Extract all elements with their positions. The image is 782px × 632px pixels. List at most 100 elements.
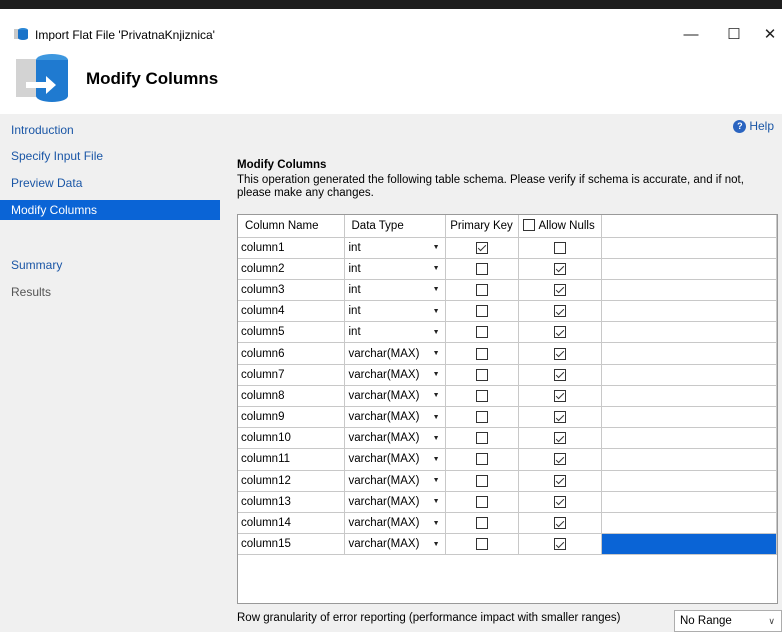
dropdown-arrow-icon[interactable]: ▼ (433, 265, 440, 272)
cell-column-name[interactable]: column9 (238, 406, 345, 429)
cell-data-type[interactable]: int ▼ (344, 300, 446, 323)
allow-nulls-checkbox[interactable] (553, 347, 566, 360)
cell-column-name[interactable]: column8 (238, 385, 345, 408)
table-row[interactable]: column9 varchar(MAX) ▼ (238, 406, 777, 429)
allow-nulls-checkbox[interactable] (553, 262, 566, 275)
cell-column-name[interactable]: column7 (238, 364, 345, 386)
header-data-type: Data Type (344, 215, 446, 238)
table-row[interactable]: column4 int ▼ (238, 300, 777, 323)
nav-item-preview-data[interactable]: Preview Data (0, 173, 220, 193)
table-row[interactable]: column3 int ▼ (238, 279, 777, 302)
primary-key-checkbox[interactable] (475, 326, 488, 339)
cell-column-name[interactable]: column12 (238, 470, 345, 492)
dropdown-arrow-icon[interactable]: ▼ (433, 477, 440, 484)
cell-column-name[interactable]: column3 (238, 279, 345, 302)
cell-column-name[interactable]: column15 (238, 533, 345, 556)
table-row[interactable]: column2 int ▼ (238, 258, 777, 280)
primary-key-checkbox[interactable] (475, 432, 488, 445)
table-row[interactable]: column13 varchar(MAX) ▼ (238, 491, 777, 513)
dropdown-arrow-icon[interactable]: ▼ (433, 371, 440, 378)
table-row[interactable]: column15 varchar(MAX) ▼ (238, 533, 777, 556)
primary-key-checkbox[interactable] (475, 474, 488, 487)
cell-data-type[interactable]: varchar(MAX) ▼ (344, 491, 446, 513)
dropdown-arrow-icon[interactable]: ▼ (433, 350, 440, 357)
cell-column-name[interactable]: column5 (238, 321, 345, 344)
table-row[interactable]: column1 int ▼ (238, 237, 777, 259)
primary-key-checkbox[interactable] (475, 368, 488, 381)
cell-data-type[interactable]: varchar(MAX) ▼ (344, 406, 446, 429)
dropdown-arrow-icon[interactable]: ▼ (433, 329, 440, 336)
allow-nulls-all-checkbox[interactable] (522, 218, 535, 231)
cell-data-type[interactable]: int ▼ (344, 321, 446, 344)
table-row[interactable]: column5 int ▼ (238, 321, 777, 344)
allow-nulls-checkbox[interactable] (553, 538, 566, 551)
primary-key-checkbox[interactable] (475, 241, 488, 254)
allow-nulls-checkbox[interactable] (553, 283, 566, 296)
primary-key-checkbox[interactable] (475, 538, 488, 551)
primary-key-checkbox[interactable] (475, 283, 488, 296)
allow-nulls-checkbox[interactable] (553, 368, 566, 381)
primary-key-checkbox[interactable] (475, 262, 488, 275)
primary-key-checkbox[interactable] (475, 453, 488, 466)
dropdown-arrow-icon[interactable]: ▼ (433, 541, 440, 548)
dropdown-arrow-icon[interactable]: ▼ (433, 308, 440, 315)
table-row[interactable]: column11 varchar(MAX) ▼ (238, 448, 777, 471)
primary-key-checkbox[interactable] (475, 411, 488, 424)
cell-column-name[interactable]: column14 (238, 512, 345, 535)
cell-column-name[interactable]: column11 (238, 448, 345, 471)
table-row[interactable]: column8 varchar(MAX) ▼ (238, 385, 777, 408)
table-row[interactable]: column7 varchar(MAX) ▼ (238, 364, 777, 386)
cell-data-type[interactable]: varchar(MAX) ▼ (344, 385, 446, 408)
error-range-dropdown[interactable]: No Range ∨ (674, 610, 782, 632)
table-row[interactable]: column12 varchar(MAX) ▼ (238, 470, 777, 492)
dropdown-arrow-icon[interactable]: ▼ (433, 392, 440, 399)
dropdown-arrow-icon[interactable]: ▼ (433, 456, 440, 463)
allow-nulls-checkbox[interactable] (553, 474, 566, 487)
dropdown-arrow-icon[interactable]: ▼ (433, 520, 440, 527)
cell-data-type[interactable]: varchar(MAX) ▼ (344, 364, 446, 386)
allow-nulls-checkbox[interactable] (553, 517, 566, 530)
primary-key-checkbox[interactable] (475, 305, 488, 318)
primary-key-checkbox[interactable] (475, 347, 488, 360)
cell-data-type[interactable]: varchar(MAX) ▼ (344, 470, 446, 492)
primary-key-checkbox[interactable] (475, 517, 488, 530)
dropdown-arrow-icon[interactable]: ▼ (433, 498, 440, 505)
allow-nulls-checkbox[interactable] (553, 432, 566, 445)
table-row[interactable]: column6 varchar(MAX) ▼ (238, 342, 777, 365)
cell-column-name[interactable]: column1 (238, 237, 345, 259)
cell-data-type[interactable]: int ▼ (344, 258, 446, 280)
cell-data-type[interactable]: varchar(MAX) ▼ (344, 512, 446, 535)
dropdown-arrow-icon[interactable]: ▼ (433, 286, 440, 293)
primary-key-checkbox[interactable] (475, 495, 488, 508)
nav-item-summary[interactable]: Summary (0, 255, 220, 275)
cell-column-name[interactable]: column6 (238, 342, 345, 365)
dropdown-arrow-icon[interactable]: ▼ (433, 414, 440, 421)
cell-data-type[interactable]: varchar(MAX) ▼ (344, 533, 446, 556)
nav-item-modify-columns[interactable]: Modify Columns (0, 200, 220, 220)
table-row[interactable]: column14 varchar(MAX) ▼ (238, 512, 777, 535)
allow-nulls-checkbox[interactable] (553, 389, 566, 402)
cell-column-name[interactable]: column13 (238, 491, 345, 513)
cell-column-name[interactable]: column10 (238, 427, 345, 450)
cell-data-type[interactable]: varchar(MAX) ▼ (344, 448, 446, 471)
allow-nulls-checkbox[interactable] (553, 411, 566, 424)
nav-item-introduction[interactable]: Introduction (0, 120, 220, 140)
cell-column-name[interactable]: column2 (238, 258, 345, 280)
cell-data-type[interactable]: varchar(MAX) ▼ (344, 427, 446, 450)
cell-data-type[interactable]: int ▼ (344, 237, 446, 259)
nav-item-specify-input-file[interactable]: Specify Input File (0, 146, 220, 166)
table-row[interactable]: column10 varchar(MAX) ▼ (238, 427, 777, 450)
allow-nulls-checkbox[interactable] (553, 241, 566, 254)
dropdown-arrow-icon[interactable]: ▼ (433, 244, 440, 251)
cell-column-name[interactable]: column4 (238, 300, 345, 323)
primary-key-checkbox[interactable] (475, 389, 488, 402)
cell-data-type[interactable]: varchar(MAX) ▼ (344, 342, 446, 365)
allow-nulls-checkbox[interactable] (553, 495, 566, 508)
cell-data-type[interactable]: int ▼ (344, 279, 446, 302)
column-schema-grid[interactable]: Column Name Data Type Primary Key Allow … (237, 214, 778, 604)
allow-nulls-checkbox[interactable] (553, 453, 566, 466)
help-link[interactable]: ? Help (733, 119, 774, 133)
dropdown-arrow-icon[interactable]: ▼ (433, 435, 440, 442)
allow-nulls-checkbox[interactable] (553, 326, 566, 339)
allow-nulls-checkbox[interactable] (553, 305, 566, 318)
